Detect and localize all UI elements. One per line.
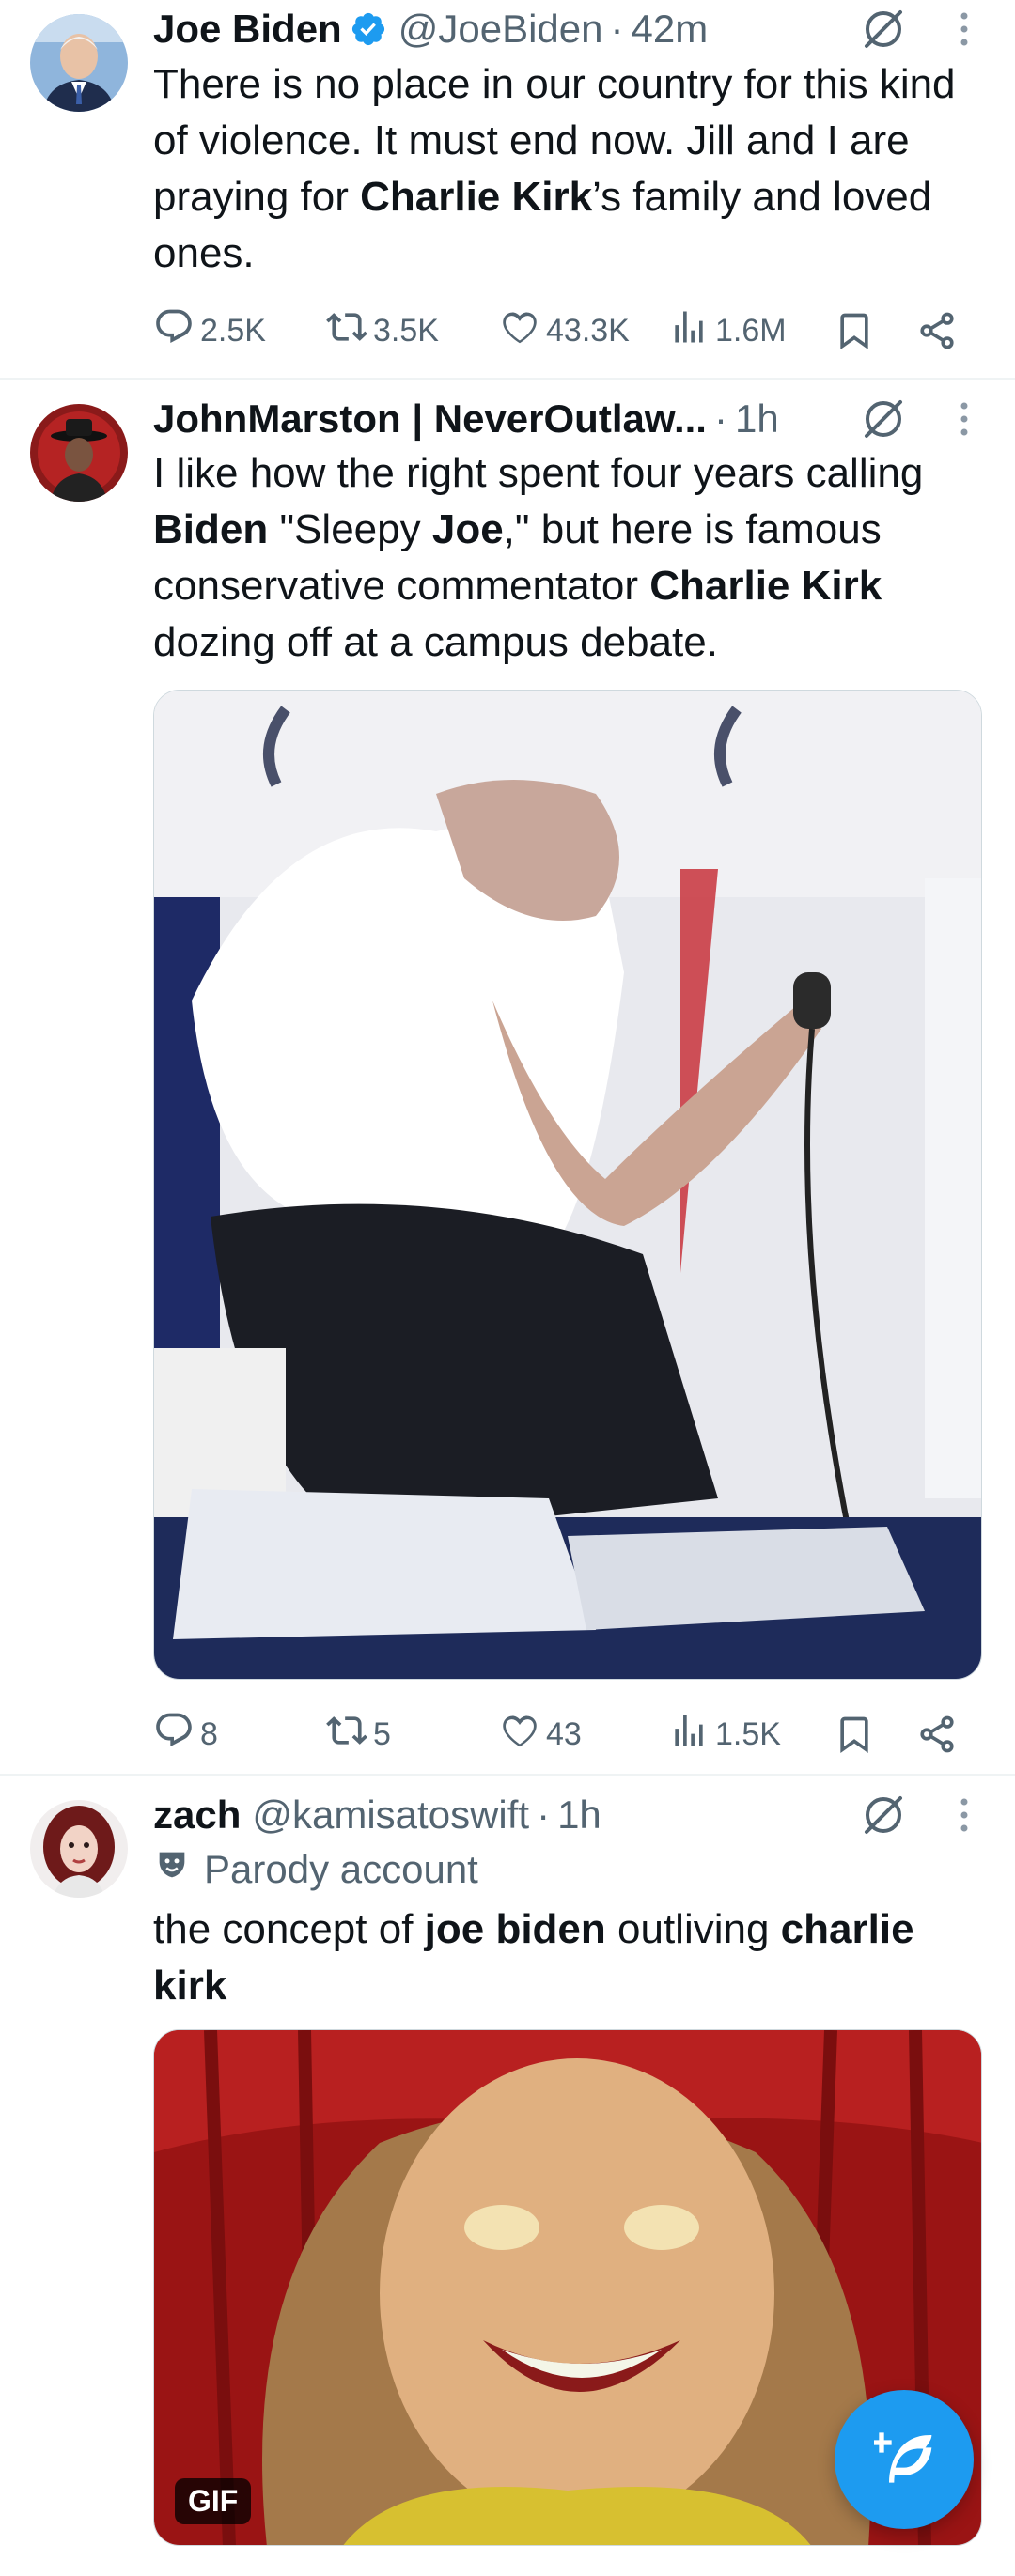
- mask-icon: [153, 1846, 204, 1893]
- like-count: 43.3K: [546, 312, 630, 349]
- text-segment: the concept of: [153, 1906, 425, 1952]
- share-icon[interactable]: [916, 1706, 958, 1762]
- views-button[interactable]: 1.6M: [668, 303, 787, 359]
- compose-button[interactable]: [835, 2390, 974, 2529]
- timestamp[interactable]: 1h: [557, 1792, 601, 1838]
- repost-count: 3.5K: [373, 312, 439, 349]
- more-vertical-icon[interactable]: [945, 393, 983, 445]
- tweet-joe-biden[interactable]: Joe Biden @JoeBiden · 42m There is no pl…: [0, 0, 1015, 376]
- repost-icon: [326, 1710, 373, 1760]
- reply-icon: [153, 1710, 200, 1760]
- tweet-john-marston[interactable]: JohnMarston | NeverOutlaw... · 1h I like…: [0, 380, 1015, 1770]
- views-count: 1.6M: [715, 312, 787, 349]
- author-name[interactable]: zach: [153, 1792, 241, 1838]
- views-button[interactable]: 1.5K: [668, 1706, 781, 1762]
- video-thumbnail[interactable]: [153, 690, 982, 1680]
- bookmark-icon[interactable]: [834, 303, 875, 359]
- more-vertical-icon[interactable]: [945, 3, 983, 55]
- views-icon: [668, 1710, 715, 1760]
- author-name[interactable]: JohnMarston | NeverOutlaw...: [153, 396, 707, 442]
- reply-count: 2.5K: [200, 312, 266, 349]
- share-icon[interactable]: [916, 303, 958, 359]
- heart-icon: [499, 306, 546, 356]
- avatar[interactable]: [30, 14, 128, 112]
- timestamp[interactable]: 42m: [632, 7, 709, 52]
- like-count: 43: [546, 1715, 582, 1752]
- verified-badge-icon: [350, 10, 387, 48]
- tweet-text: There is no place in our country for thi…: [153, 56, 990, 282]
- separator-dot: ·: [713, 396, 727, 441]
- text-segment: "Sleepy: [268, 506, 432, 552]
- separator-dot: ·: [537, 1792, 551, 1837]
- repost-button[interactable]: 5: [326, 1706, 391, 1762]
- reply-button[interactable]: 8: [153, 1706, 218, 1762]
- heart-icon: [499, 1710, 546, 1760]
- like-button[interactable]: 43.3K: [499, 303, 630, 359]
- like-button[interactable]: 43: [499, 1706, 582, 1762]
- timestamp[interactable]: 1h: [735, 396, 779, 442]
- avatar[interactable]: [30, 1800, 128, 1898]
- mention-text: Joe: [431, 506, 504, 552]
- bookmark-icon[interactable]: [834, 1706, 875, 1762]
- avatar[interactable]: [30, 404, 128, 502]
- repost-button[interactable]: 3.5K: [326, 303, 439, 359]
- text-segment: outliving: [605, 1906, 781, 1952]
- tweet-text: I like how the right spent four years ca…: [153, 445, 990, 671]
- action-bar: 2.5K 3.5K 43.3K 1.6M: [153, 303, 980, 359]
- mention-text: joe biden: [424, 1906, 606, 1952]
- views-icon: [668, 306, 715, 356]
- views-count: 1.5K: [715, 1715, 781, 1752]
- compose-icon: [871, 2428, 934, 2492]
- parody-label: Parody account: [153, 1843, 478, 1896]
- mention-text: Charlie Kirk: [360, 174, 593, 220]
- repost-icon: [326, 306, 373, 356]
- author-handle[interactable]: @kamisatoswift: [252, 1792, 529, 1838]
- grok-icon[interactable]: [857, 3, 910, 55]
- more-vertical-icon[interactable]: [945, 1789, 983, 1841]
- author-name[interactable]: Joe Biden: [153, 7, 342, 52]
- reply-count: 8: [200, 1715, 218, 1752]
- grok-icon[interactable]: [857, 1789, 910, 1841]
- repost-count: 5: [373, 1715, 391, 1752]
- separator-dot: ·: [610, 7, 624, 51]
- tweet-text: the concept of joe biden outliving charl…: [153, 1901, 990, 2014]
- grok-icon[interactable]: [857, 393, 910, 445]
- gif-badge: GIF: [175, 2478, 252, 2524]
- mention-text: Biden: [153, 506, 269, 552]
- reply-button[interactable]: 2.5K: [153, 303, 266, 359]
- text-segment: I like how the right spent four years ca…: [153, 450, 924, 496]
- mention-text: Charlie Kirk: [649, 563, 882, 609]
- parody-text: Parody account: [204, 1847, 478, 1891]
- action-bar: 8 5 43 1.5K: [153, 1706, 980, 1762]
- reply-icon: [153, 306, 200, 356]
- text-segment: dozing off at a campus debate.: [153, 619, 718, 665]
- author-handle[interactable]: @JoeBiden: [398, 7, 603, 52]
